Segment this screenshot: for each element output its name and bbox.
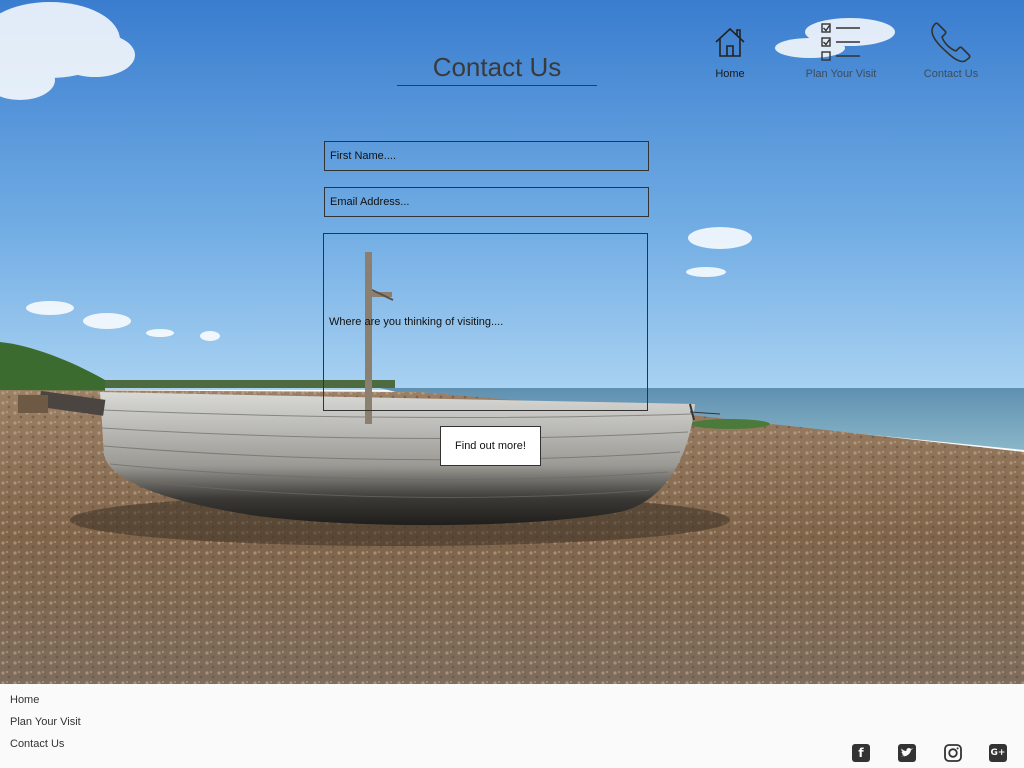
instagram-glyph	[944, 744, 962, 762]
home-icon	[708, 20, 752, 64]
footer-link-home[interactable]: Home	[10, 694, 81, 716]
instagram-icon[interactable]	[944, 744, 962, 762]
nav-contact-us[interactable]: Contact Us	[915, 20, 987, 80]
facebook-icon[interactable]: f	[852, 744, 870, 762]
google-plus-glyph: G+	[990, 748, 1006, 758]
facebook-glyph: f	[858, 746, 864, 760]
message-textarea[interactable]: Where are you thinking of visiting....	[323, 233, 648, 411]
message-placeholder: Where are you thinking of visiting....	[329, 316, 504, 328]
nav-contact-label: Contact Us	[923, 68, 979, 80]
footer-link-plan-your-visit[interactable]: Plan Your Visit	[10, 716, 81, 738]
twitter-icon[interactable]	[898, 744, 916, 762]
phone-icon	[929, 20, 973, 64]
twitter-bird-icon	[901, 748, 913, 757]
checklist-icon	[819, 20, 863, 64]
first-name-input[interactable]	[324, 141, 649, 171]
top-nav: Home Plan Your Visit Contact Us	[0, 20, 1024, 90]
nav-home[interactable]: Home	[700, 20, 760, 80]
nav-plan-your-visit[interactable]: Plan Your Visit	[795, 20, 887, 80]
google-plus-icon[interactable]: G+	[989, 744, 1007, 762]
nav-home-label: Home	[715, 68, 745, 80]
nav-plan-label: Plan Your Visit	[805, 68, 877, 80]
footer-links: Home Plan Your Visit Contact Us	[10, 694, 81, 760]
footer: Home Plan Your Visit Contact Us f G+	[0, 684, 1024, 768]
email-input[interactable]	[324, 187, 649, 217]
find-out-more-button[interactable]: Find out more!	[440, 426, 541, 466]
footer-link-contact-us[interactable]: Contact Us	[10, 738, 81, 760]
